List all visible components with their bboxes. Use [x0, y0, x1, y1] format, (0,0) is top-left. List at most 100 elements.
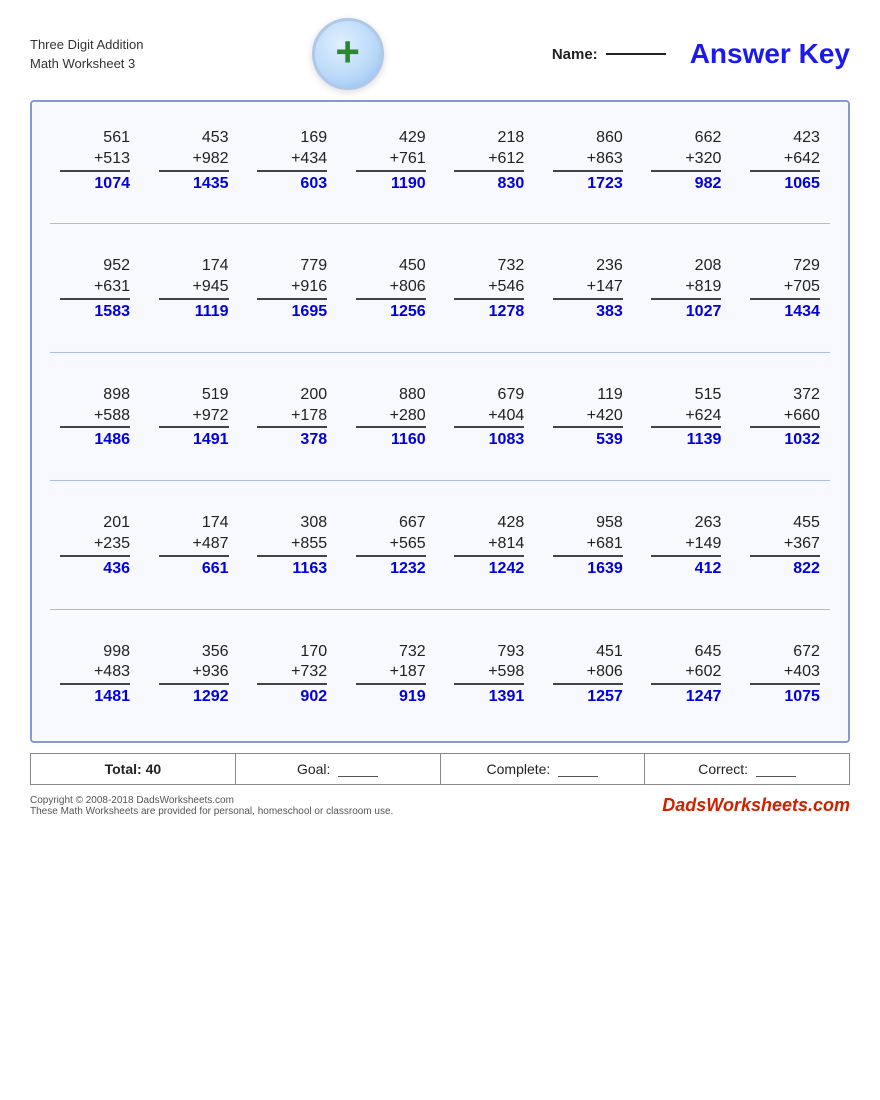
- num2: +546: [488, 277, 524, 298]
- header: Three Digit Addition Math Worksheet 3 + …: [30, 18, 850, 90]
- num1: 169: [300, 128, 327, 149]
- problem-4-7: 263 +149 412: [651, 513, 721, 579]
- num1: 672: [793, 642, 820, 663]
- num1: 423: [793, 128, 820, 149]
- num1: 952: [103, 256, 130, 277]
- copyright-line2: These Math Worksheets are provided for p…: [30, 806, 393, 817]
- num2: +732: [291, 662, 327, 683]
- problem-4-4: 667 +565 1232: [356, 513, 426, 579]
- num1: 662: [695, 128, 722, 149]
- num2: +235: [94, 534, 130, 555]
- problem-1-4: 429 +761 1190: [356, 128, 426, 194]
- problem-2-3: 779 +916 1695: [257, 256, 327, 322]
- answer: 1139: [651, 426, 721, 451]
- problem-3-3: 200 +178 378: [257, 385, 327, 451]
- problem-3-2: 519 +972 1491: [159, 385, 229, 451]
- answer: 1032: [750, 426, 820, 451]
- num2: +705: [784, 277, 820, 298]
- plus-sign: +: [335, 31, 360, 73]
- answer: 1257: [553, 683, 623, 708]
- problem-4-8: 455 +367 822: [750, 513, 820, 579]
- goal-cell: Goal:: [236, 754, 441, 784]
- footer-bar: Total: 40 Goal: Complete: Correct:: [30, 753, 850, 785]
- num1: 208: [695, 256, 722, 277]
- num2: +598: [488, 662, 524, 683]
- num1: 860: [596, 128, 623, 149]
- answer: 1160: [356, 426, 426, 451]
- answer: 378: [257, 426, 327, 451]
- answer: 1074: [60, 170, 130, 195]
- problem-5-8: 672 +403 1075: [750, 642, 820, 708]
- num2: +588: [94, 406, 130, 427]
- answer: 1232: [356, 555, 426, 580]
- problem-5-5: 793 +598 1391: [454, 642, 524, 708]
- num2: +819: [685, 277, 721, 298]
- num1: 200: [300, 385, 327, 406]
- total-cell: Total: 40: [31, 754, 236, 784]
- num1: 372: [793, 385, 820, 406]
- problem-5-2: 356 +936 1292: [159, 642, 229, 708]
- problem-4-2: 174 +487 661: [159, 513, 229, 579]
- num2: +916: [291, 277, 327, 298]
- copyright-line1: Copyright © 2008-2018 DadsWorksheets.com: [30, 795, 393, 806]
- num2: +367: [784, 534, 820, 555]
- num2: +280: [390, 406, 426, 427]
- num1: 732: [498, 256, 525, 277]
- answer: 1434: [750, 298, 820, 323]
- problem-2-1: 952 +631 1583: [60, 256, 130, 322]
- problem-row-2: 952 +631 1583 174 +945 1119 779 +916 169…: [50, 240, 830, 335]
- header-center: +: [312, 18, 384, 90]
- num2: +404: [488, 406, 524, 427]
- answer: 661: [159, 555, 229, 580]
- problem-3-7: 515 +624 1139: [651, 385, 721, 451]
- correct-line: [756, 776, 796, 777]
- answer: 1292: [159, 683, 229, 708]
- answer: 1278: [454, 298, 524, 323]
- title1: Three Digit Addition: [30, 35, 143, 55]
- answer: 1119: [159, 298, 229, 323]
- num1: 679: [498, 385, 525, 406]
- num1: 515: [695, 385, 722, 406]
- problem-row-1: 561 +513 1074 453 +982 1435 169 +434 603…: [50, 112, 830, 207]
- problem-3-8: 372 +660 1032: [750, 385, 820, 451]
- num2: +945: [193, 277, 229, 298]
- num2: +982: [193, 149, 229, 170]
- answer: 1242: [454, 555, 524, 580]
- num1: 450: [399, 256, 426, 277]
- header-right: Name: Answer Key: [552, 38, 850, 70]
- problem-4-6: 958 +681 1639: [553, 513, 623, 579]
- problem-2-8: 729 +705 1434: [750, 256, 820, 322]
- num1: 880: [399, 385, 426, 406]
- problem-4-1: 201 +235 436: [60, 513, 130, 579]
- num1: 645: [695, 642, 722, 663]
- num1: 998: [103, 642, 130, 663]
- problem-1-6: 860 +863 1723: [553, 128, 623, 194]
- num1: 174: [202, 256, 229, 277]
- problem-1-2: 453 +982 1435: [159, 128, 229, 194]
- num1: 732: [399, 642, 426, 663]
- problem-3-5: 679 +404 1083: [454, 385, 524, 451]
- num1: 898: [103, 385, 130, 406]
- title2: Math Worksheet 3: [30, 54, 143, 74]
- answer: 1163: [257, 555, 327, 580]
- num1: 201: [103, 513, 130, 534]
- answer: 1190: [356, 170, 426, 195]
- num1: 779: [300, 256, 327, 277]
- plus-icon: +: [312, 18, 384, 90]
- answer: 1256: [356, 298, 426, 323]
- num2: +565: [390, 534, 426, 555]
- num2: +642: [784, 149, 820, 170]
- problem-2-4: 450 +806 1256: [356, 256, 426, 322]
- name-line: [606, 53, 666, 55]
- num1: 958: [596, 513, 623, 534]
- copyright-text: Copyright © 2008-2018 DadsWorksheets.com…: [30, 795, 393, 817]
- num2: +806: [390, 277, 426, 298]
- num2: +513: [94, 149, 130, 170]
- complete-cell: Complete:: [441, 754, 646, 784]
- problem-row-3: 898 +588 1486 519 +972 1491 200 +178 378…: [50, 369, 830, 464]
- answer: 1435: [159, 170, 229, 195]
- problem-row-5: 998 +483 1481 356 +936 1292 170 +732 902…: [50, 626, 830, 721]
- problem-1-1: 561 +513 1074: [60, 128, 130, 194]
- worksheet-box: 561 +513 1074 453 +982 1435 169 +434 603…: [30, 100, 850, 743]
- problem-5-1: 998 +483 1481: [60, 642, 130, 708]
